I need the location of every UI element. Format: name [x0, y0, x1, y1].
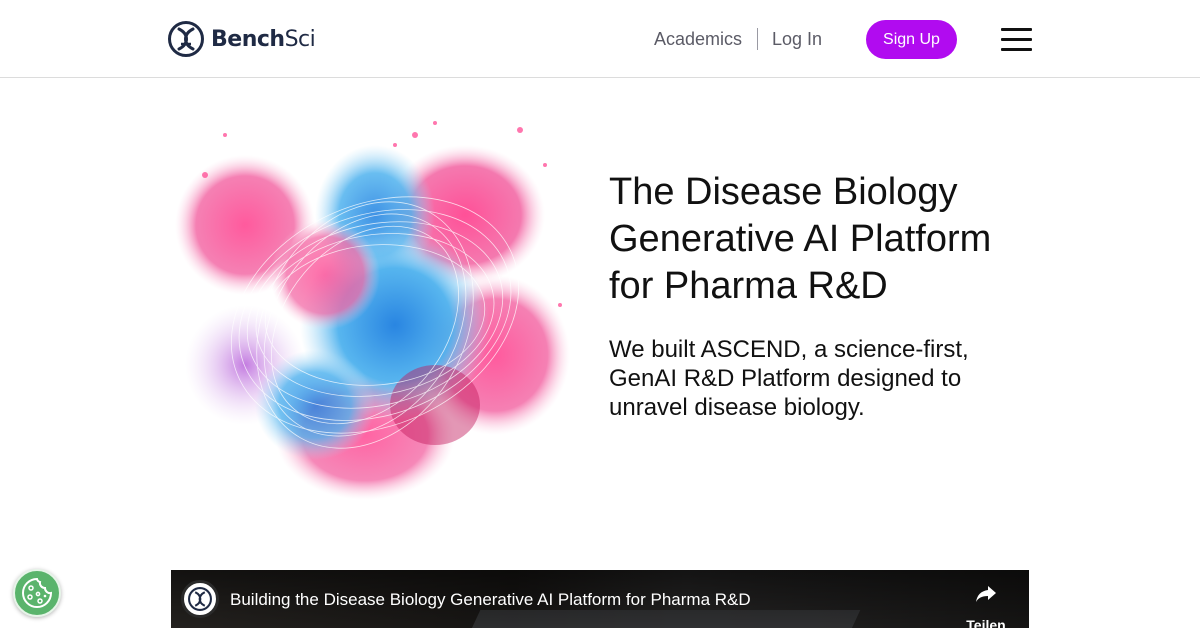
share-arrow-icon — [976, 586, 996, 602]
logo-wordmark-regular: Sci — [284, 26, 316, 52]
cookie-settings-button[interactable] — [13, 569, 61, 617]
sign-up-button[interactable]: Sign Up — [866, 20, 957, 59]
benchsci-logo-icon — [168, 21, 204, 57]
ink-splash-illustration — [175, 121, 570, 500]
video-channel-avatar[interactable] — [181, 580, 219, 618]
video-title[interactable]: Building the Disease Biology Generative … — [230, 590, 751, 610]
hero-subtitle: We built ASCEND, a science-first, GenAI … — [609, 336, 969, 421]
hero-title: The Disease Biology Generative AI Platfo… — [609, 171, 992, 307]
nav-login-link[interactable]: Log In — [772, 20, 822, 58]
nav-divider — [757, 28, 758, 50]
cookie-icon — [22, 577, 53, 608]
site-header: BenchSci Academics Log In Sign Up — [0, 0, 1200, 78]
logo-wordmark: BenchSci — [211, 26, 316, 52]
video-player[interactable]: Building the Disease Biology Generative … — [171, 570, 1029, 628]
video-share-label: Teilen — [966, 617, 1006, 628]
video-share-button[interactable]: Teilen — [951, 578, 1021, 628]
hamburger-menu-icon[interactable] — [1001, 27, 1033, 51]
logo-wordmark-bold: Bench — [211, 26, 285, 52]
benchsci-logo-icon — [188, 587, 212, 611]
benchsci-logo[interactable]: BenchSci — [167, 19, 316, 59]
nav-academics-link[interactable]: Academics — [654, 20, 742, 58]
